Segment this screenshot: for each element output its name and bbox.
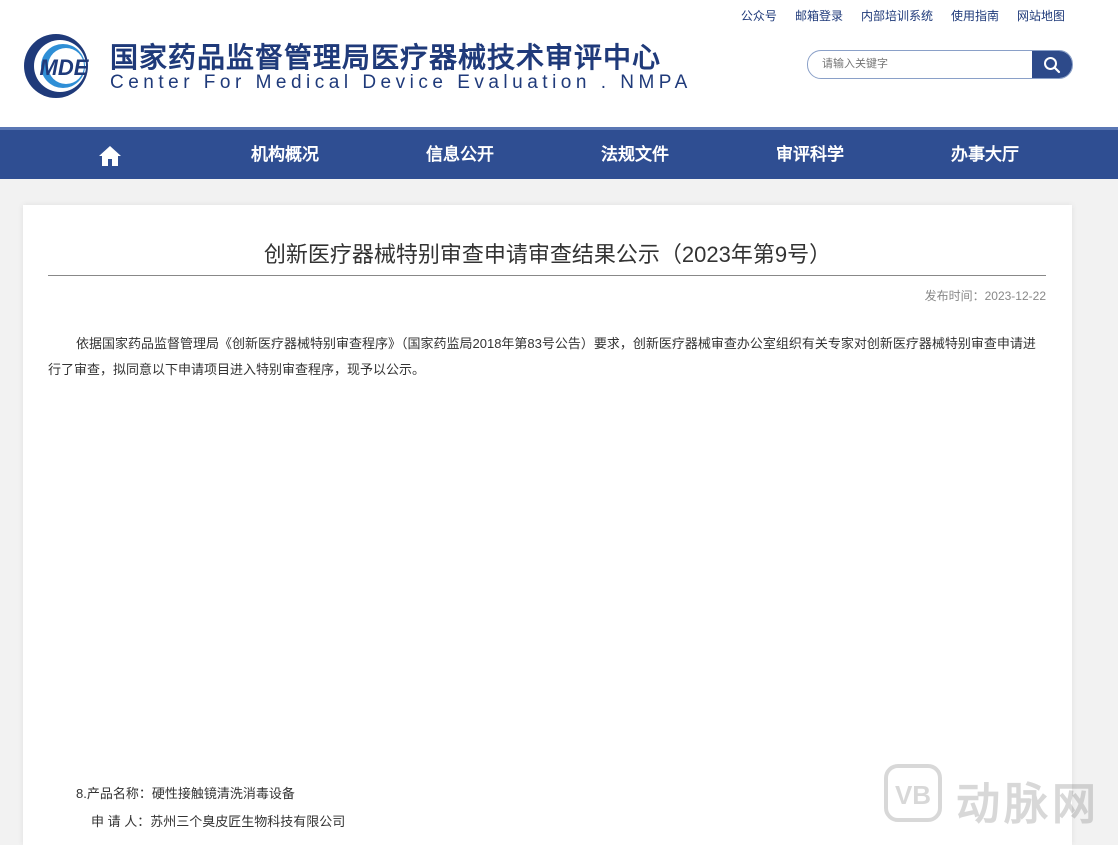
watermark-text: 动脉网	[956, 780, 1100, 829]
top-links: 公众号 邮箱登录 内部培训系统 使用指南 网站地图	[741, 7, 1065, 24]
item-applicant: 申 请 人：苏州三个臭皮匠生物科技有限公司	[91, 814, 346, 829]
main-nav: 机构概况 信息公开 法规文件 审评科学 办事大厅	[0, 127, 1118, 179]
search-input[interactable]	[822, 55, 1022, 73]
nav-information-disclosure[interactable]: 信息公开	[400, 130, 520, 179]
site-title-chinese: 国家药品监督管理局医疗器械技术审评中心	[110, 41, 662, 74]
home-icon	[99, 145, 121, 166]
nav-organization[interactable]: 机构概况	[225, 130, 345, 179]
nav-home[interactable]	[50, 130, 170, 179]
svg-text:MDE: MDE	[40, 55, 90, 80]
nav-regulations[interactable]: 法规文件	[575, 130, 695, 179]
toplink-site-map[interactable]: 网站地图	[1017, 7, 1065, 24]
toplink-internal-training[interactable]: 内部培训系统	[861, 7, 933, 24]
watermark-logo-icon: VB	[884, 764, 942, 822]
toplink-wechat[interactable]: 公众号	[741, 7, 777, 24]
publish-date: 发布时间：2023-12-22	[924, 289, 1046, 303]
article-title: 创新医疗器械特别审查申请审查结果公示（2023年第9号）	[263, 242, 832, 267]
item-product-name: 8.产品名称：硬性接触镜清洗消毒设备	[76, 786, 295, 801]
site-header: 公众号 邮箱登录 内部培训系统 使用指南 网站地图 MDE 国家药品监督管理局医…	[0, 0, 1118, 127]
toplink-user-guide[interactable]: 使用指南	[951, 7, 999, 24]
search-icon	[1044, 56, 1061, 73]
nav-review-science[interactable]: 审评科学	[750, 130, 870, 179]
nav-service-hall[interactable]: 办事大厅	[925, 130, 1045, 179]
mde-logo-icon[interactable]: MDE	[22, 31, 102, 101]
article-body-paragraph: 依据国家药品监督管理局《创新医疗器械特别审查程序》（国家药监局2018年第83号…	[48, 336, 1036, 377]
article-card: 创新医疗器械特别审查申请审查结果公示（2023年第9号） 发布时间：2023-1…	[23, 205, 1072, 845]
search-box	[807, 50, 1073, 79]
svg-text:VB: VB	[895, 780, 931, 810]
watermark: VB 动脉网	[884, 764, 1114, 829]
search-button[interactable]	[1032, 51, 1072, 78]
site-title-english: Center For Medical Device Evaluation . N…	[110, 72, 692, 93]
toplink-mail-login[interactable]: 邮箱登录	[795, 7, 843, 24]
title-divider	[48, 275, 1046, 276]
